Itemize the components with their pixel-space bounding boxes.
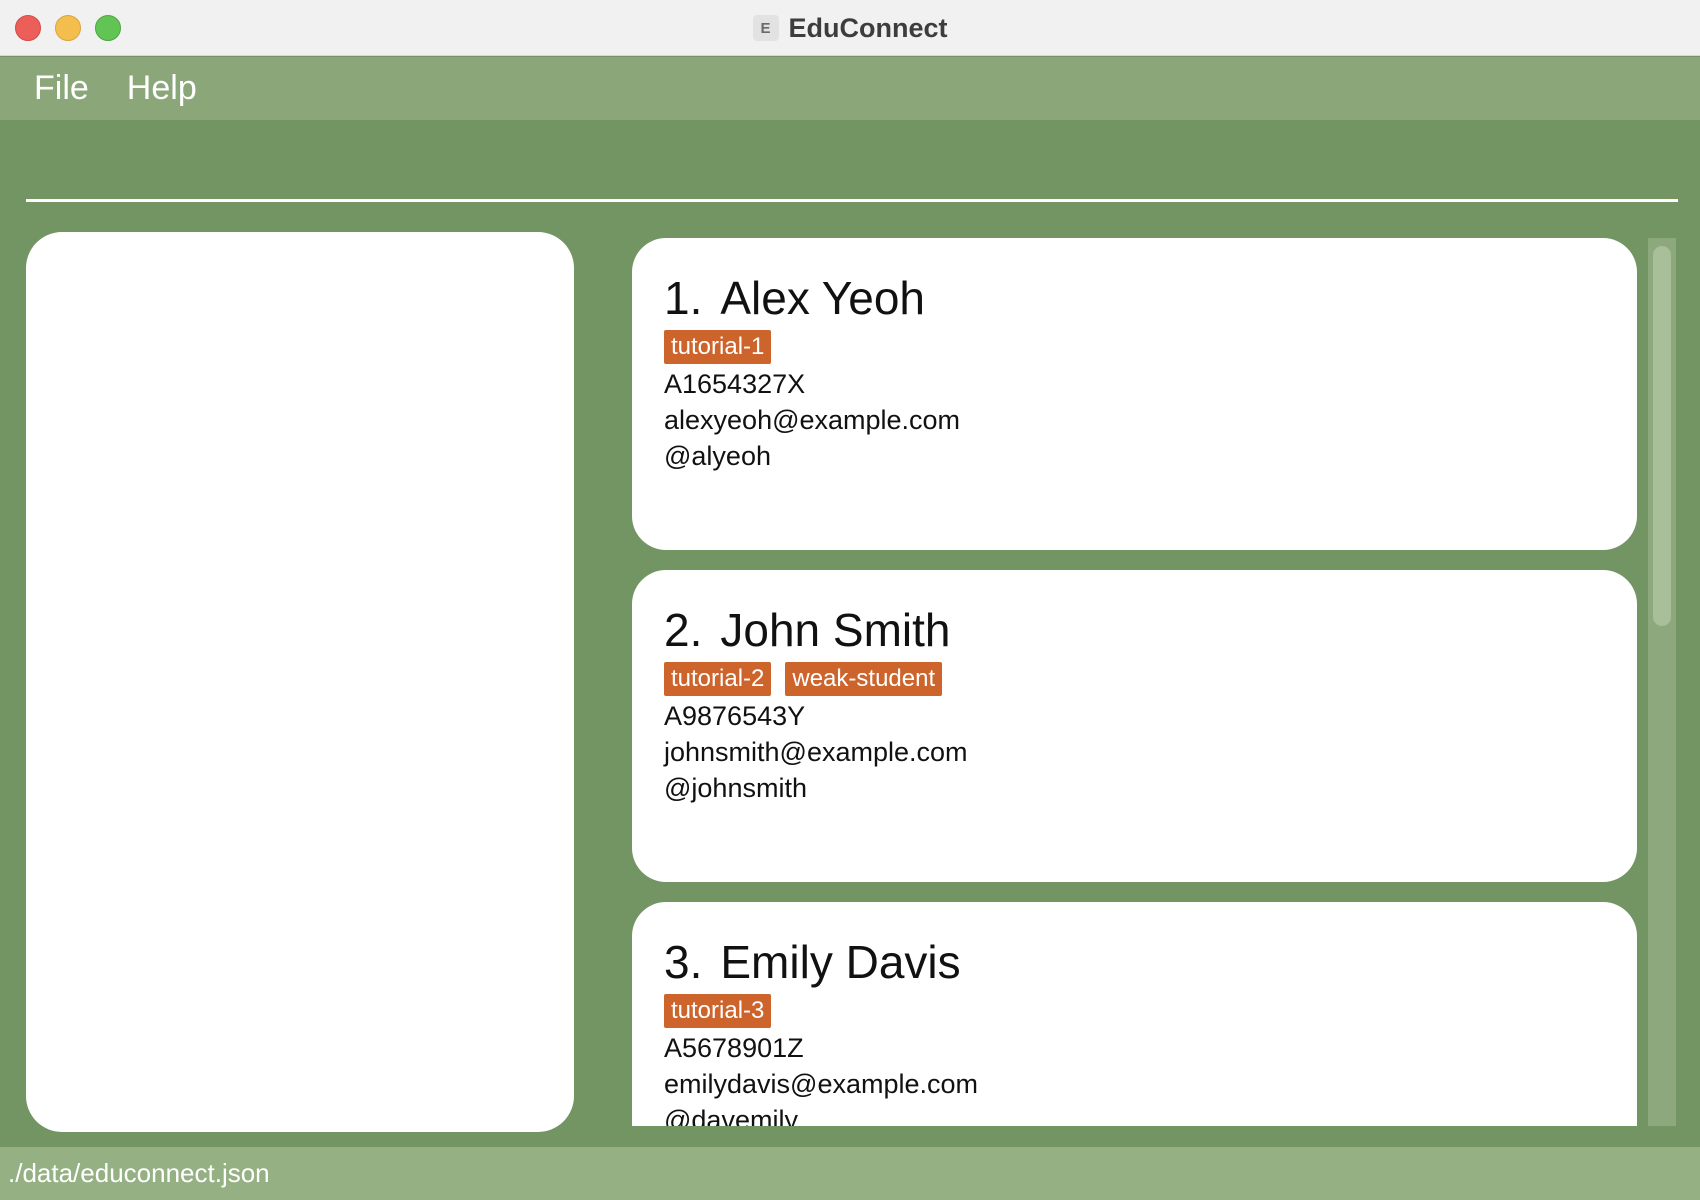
person-index: 1. [664,272,703,324]
app-window: E EduConnect File Help 1. Alex Yeoh tutor… [0,0,1700,1200]
student-id: A1654327X [664,369,806,399]
data-file-path: ./data/educonnect.json [8,1158,270,1188]
student-id: A5678901Z [664,1033,804,1063]
telegram-handle: @davemily [664,1105,798,1126]
menu-help[interactable]: Help [127,69,197,108]
person-index: 3. [664,936,703,988]
email: alexyeoh@example.com [664,405,961,435]
person-index: 2. [664,604,703,656]
person-card[interactable]: 3. Emily Davis tutorial-3 A5678901Z emily… [632,902,1637,1126]
window-title: EduConnect [788,12,948,43]
person-name: Alex Yeoh [720,272,926,324]
tag: tutorial-1 [664,330,772,364]
person-list[interactable]: 1. Alex Yeoh tutorial-1 A1654327X alexyeo… [632,238,1644,1126]
person-name-row: 2. John Smith [664,600,1605,660]
command-underline [26,199,1678,202]
list-scrollbar[interactable] [1648,238,1676,1126]
result-display[interactable] [26,232,574,1132]
telegram-handle: @johnsmith [664,773,807,803]
telegram-handle: @alyeoh [664,441,771,471]
tag: tutorial-2 [664,662,772,696]
menu-bar: File Help [0,57,1700,120]
tag-list: tutorial-2 weak-student [664,662,1605,698]
tag-list: tutorial-1 [664,330,1605,366]
tag: tutorial-3 [664,994,772,1028]
email: emilydavis@example.com [664,1069,979,1099]
tag: weak-student [785,662,943,696]
command-box [0,120,1700,215]
email: johnsmith@example.com [664,737,968,767]
tag-list: tutorial-3 [664,994,1605,1030]
command-input[interactable] [26,130,1678,192]
person-card[interactable]: 1. Alex Yeoh tutorial-1 A1654327X alexyeo… [632,238,1637,550]
person-card[interactable]: 2. John Smith tutorial-2 weak-student A98… [632,570,1637,882]
title-group: E EduConnect [0,0,1700,56]
status-bar: ./data/educonnect.json [0,1147,1700,1200]
menu-file[interactable]: File [34,69,89,108]
student-id: A9876543Y [664,701,806,731]
person-name-row: 1. Alex Yeoh [664,268,1605,328]
person-name-row: 3. Emily Davis [664,932,1605,992]
scrollbar-thumb[interactable] [1653,246,1671,626]
title-bar: E EduConnect [0,0,1700,56]
person-name: Emily Davis [720,936,961,988]
person-name: John Smith [720,604,951,656]
educonnect-icon: E [752,15,779,41]
